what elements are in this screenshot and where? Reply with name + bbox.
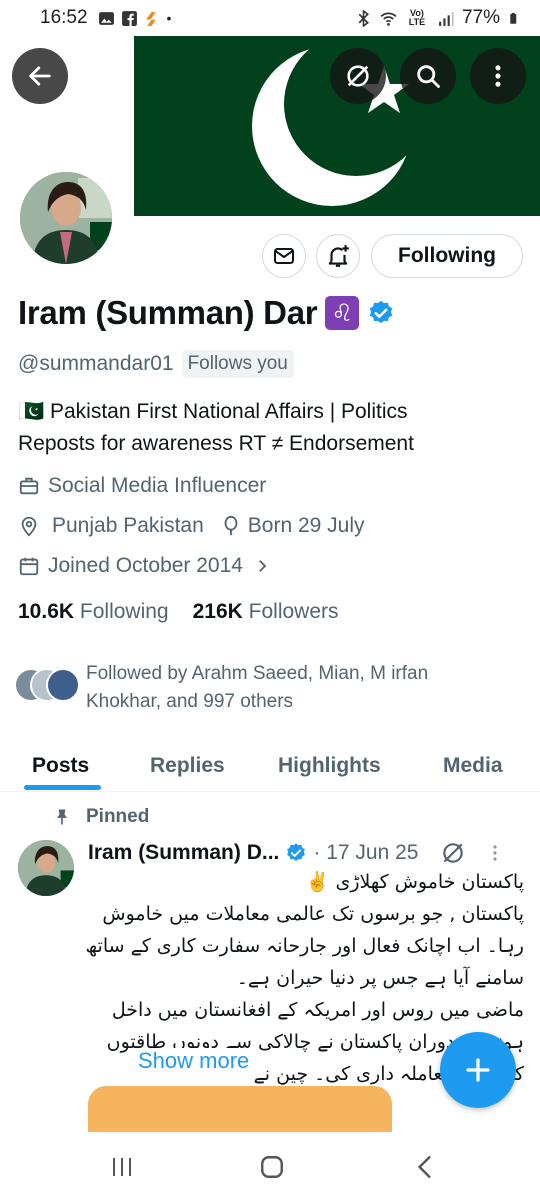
search-icon	[417, 65, 440, 88]
followed-by-line-2: Khokhar, and 997 others	[86, 691, 294, 712]
back-nav-icon[interactable]	[414, 1154, 436, 1180]
verified-badge-icon	[287, 843, 306, 861]
arrow-left-icon	[29, 66, 51, 86]
leo-emoji: ♌	[325, 296, 360, 330]
follows-you-badge: Follows you	[181, 350, 294, 378]
more-options-button[interactable]	[470, 48, 526, 104]
followers-count: 216K	[192, 600, 243, 623]
pinned-indicator: Pinned	[52, 806, 149, 828]
joined-row[interactable]: Joined October 2014	[18, 554, 271, 578]
tab-replies[interactable]: Replies	[150, 740, 225, 792]
profile-category: Social Media Influencer	[48, 474, 267, 497]
profile-location: Punjab Pakistan	[52, 514, 204, 537]
profile-avatar[interactable]	[16, 168, 116, 268]
bio-line-1: 🇵🇰 Pakistan First National Affairs | Pol…	[18, 400, 408, 423]
calendar-icon	[19, 557, 39, 576]
active-tab-indicator	[24, 785, 101, 790]
grok-icon	[347, 65, 369, 87]
mail-icon	[274, 248, 294, 264]
following-button[interactable]: Following	[371, 234, 523, 278]
facebook-icon	[121, 10, 137, 26]
grok-icon[interactable]	[440, 840, 466, 866]
plus-icon	[466, 1058, 490, 1082]
follower-avatar	[46, 668, 80, 702]
search-button[interactable]	[400, 48, 456, 104]
tab-media[interactable]: Media	[443, 740, 503, 792]
gallery-icon	[98, 11, 114, 25]
post-author-name[interactable]: Iram (Summan) D...	[88, 841, 279, 865]
post-line: پاکستان , جو برسوں تک عالمی معاملات میں …	[102, 903, 524, 925]
message-button[interactable]	[262, 234, 306, 278]
follower-avatars	[14, 668, 80, 704]
bio-line-2: Reposts for awareness RT ≠ Endorsement	[18, 432, 414, 455]
battery-percent: 77%	[461, 7, 500, 28]
tab-highlights[interactable]: Highlights	[278, 740, 381, 792]
followers-label: Followers	[248, 600, 339, 623]
network-label: Vo) LTE	[408, 8, 426, 27]
show-more-link[interactable]: Show more	[134, 1048, 254, 1074]
followed-by[interactable]: Followed by Arahm Saeed, Mian, M irfan K…	[14, 660, 486, 716]
post-line: پاکستان خاموش کھلاڑی ✌️	[305, 871, 524, 893]
followed-by-text: Followed by Arahm Saeed, Mian, M irfan K…	[86, 660, 486, 716]
post-header: Iram (Summan) D... · 17 Jun 25	[88, 840, 502, 866]
verified-badge-icon	[369, 300, 393, 324]
home-icon[interactable]	[259, 1154, 285, 1180]
balloon-icon	[224, 515, 238, 536]
recent-apps-icon[interactable]	[110, 1156, 134, 1178]
pin-icon	[57, 809, 67, 825]
compose-post-button[interactable]	[440, 1032, 516, 1108]
back-button[interactable]	[12, 48, 68, 104]
location-pin-icon	[21, 516, 37, 537]
post-more-icon[interactable]	[488, 841, 502, 865]
notifications-button[interactable]	[316, 234, 360, 278]
avatar-photo	[20, 172, 112, 264]
briefcase-icon	[19, 477, 39, 495]
grok-button[interactable]	[330, 48, 386, 104]
following-button-label: Following	[398, 244, 496, 267]
post-avatar-photo	[18, 840, 74, 896]
status-time: 16:52	[40, 7, 88, 28]
wifi-icon	[380, 12, 397, 26]
status-bar: 16:52 • Vo) LTE 77%	[0, 0, 540, 36]
following-label: Following	[79, 600, 169, 623]
followed-by-line-1: Followed by Arahm Saeed, Mian, M irfan	[86, 663, 429, 684]
profile-bio: 🇵🇰 Pakistan First National Affairs | Pol…	[18, 396, 528, 460]
more-vertical-icon	[495, 65, 501, 87]
battery-icon	[510, 12, 517, 24]
post-line: ماضی میں روس اور امریکہ کے افغانستان میں…	[111, 999, 524, 1021]
post-line: رہا۔ اب اچانک فعال اور جارحانہ سفارت کار…	[85, 935, 524, 957]
profile-birthday: Born 29 July	[247, 514, 365, 537]
pinned-label: Pinned	[86, 806, 150, 827]
category-row: Social Media Influencer	[18, 474, 266, 498]
chevron-right-icon	[259, 560, 267, 572]
post-line: سامنے آیا ہے جس پر دنیا حیران ہے۔	[236, 967, 524, 989]
following-count: 10.6K	[18, 600, 75, 623]
location-row: Punjab Pakistan Born 29 July	[18, 514, 365, 538]
follow-counts: 10.6K Following 216K Followers	[18, 600, 339, 624]
profile-handle: @summandar01	[18, 352, 174, 375]
bell-plus-icon	[328, 245, 349, 267]
profile-name-row: Iram (Summan) Dar ♌	[18, 294, 395, 332]
following-count-link[interactable]: 10.6K Following	[18, 600, 169, 624]
profile-joined: Joined October 2014	[48, 554, 243, 577]
signal-icon	[439, 11, 454, 26]
followers-count-link[interactable]: 216K Followers	[193, 600, 339, 624]
post-author-avatar[interactable]	[18, 840, 74, 896]
post-date: · 17 Jun 25	[313, 841, 419, 864]
handle-row: @summandar01 Follows you	[18, 350, 294, 378]
system-nav-bar	[0, 1132, 540, 1200]
bluetooth-icon	[358, 9, 369, 27]
profile-name: Iram (Summan) Dar	[18, 294, 318, 331]
app-notification-icon	[145, 11, 156, 26]
